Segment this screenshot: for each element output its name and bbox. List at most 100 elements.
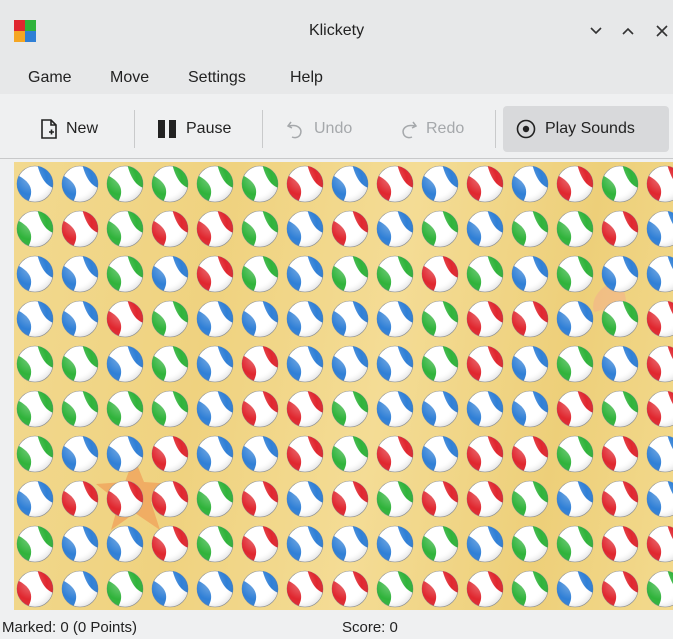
ball-red[interactable] — [151, 525, 189, 563]
ball-blue[interactable] — [511, 390, 549, 428]
ball-red[interactable] — [331, 570, 369, 608]
ball-red[interactable] — [376, 435, 414, 473]
menu-help[interactable]: Help — [290, 66, 323, 90]
ball-green[interactable] — [556, 525, 594, 563]
ball-green[interactable] — [106, 210, 144, 248]
ball-green[interactable] — [556, 210, 594, 248]
ball-blue[interactable] — [511, 165, 549, 203]
ball-blue[interactable] — [511, 345, 549, 383]
ball-green[interactable] — [61, 390, 99, 428]
ball-green[interactable] — [106, 255, 144, 293]
play-sounds-toggle[interactable]: Play Sounds — [503, 106, 669, 152]
ball-blue[interactable] — [601, 345, 639, 383]
ball-red[interactable] — [241, 390, 279, 428]
ball-red[interactable] — [646, 525, 673, 563]
ball-green[interactable] — [16, 525, 54, 563]
ball-blue[interactable] — [511, 255, 549, 293]
ball-green[interactable] — [421, 300, 459, 338]
ball-blue[interactable] — [61, 435, 99, 473]
ball-red[interactable] — [286, 165, 324, 203]
ball-red[interactable] — [151, 480, 189, 518]
ball-green[interactable] — [106, 570, 144, 608]
ball-blue[interactable] — [376, 345, 414, 383]
ball-blue[interactable] — [331, 165, 369, 203]
ball-blue[interactable] — [61, 255, 99, 293]
ball-blue[interactable] — [241, 570, 279, 608]
ball-green[interactable] — [241, 255, 279, 293]
ball-green[interactable] — [331, 255, 369, 293]
ball-green[interactable] — [196, 480, 234, 518]
ball-red[interactable] — [466, 165, 504, 203]
ball-blue[interactable] — [376, 390, 414, 428]
ball-red[interactable] — [61, 480, 99, 518]
ball-blue[interactable] — [16, 300, 54, 338]
ball-green[interactable] — [16, 435, 54, 473]
ball-green[interactable] — [151, 390, 189, 428]
ball-blue[interactable] — [196, 300, 234, 338]
ball-blue[interactable] — [61, 525, 99, 563]
ball-green[interactable] — [196, 165, 234, 203]
ball-red[interactable] — [601, 435, 639, 473]
ball-green[interactable] — [16, 390, 54, 428]
ball-red[interactable] — [556, 390, 594, 428]
ball-red[interactable] — [646, 390, 673, 428]
menu-game[interactable]: Game — [28, 66, 72, 90]
ball-blue[interactable] — [16, 165, 54, 203]
ball-blue[interactable] — [286, 255, 324, 293]
ball-blue[interactable] — [61, 165, 99, 203]
ball-red[interactable] — [421, 570, 459, 608]
ball-green[interactable] — [16, 345, 54, 383]
ball-blue[interactable] — [196, 435, 234, 473]
ball-green[interactable] — [601, 300, 639, 338]
ball-green[interactable] — [376, 480, 414, 518]
ball-red[interactable] — [511, 300, 549, 338]
ball-red[interactable] — [151, 210, 189, 248]
ball-blue[interactable] — [556, 300, 594, 338]
ball-red[interactable] — [601, 480, 639, 518]
ball-blue[interactable] — [421, 165, 459, 203]
ball-blue[interactable] — [331, 345, 369, 383]
ball-blue[interactable] — [196, 345, 234, 383]
ball-red[interactable] — [196, 255, 234, 293]
menu-move[interactable]: Move — [110, 66, 149, 90]
ball-blue[interactable] — [466, 210, 504, 248]
ball-green[interactable] — [556, 345, 594, 383]
ball-green[interactable] — [106, 390, 144, 428]
ball-red[interactable] — [466, 570, 504, 608]
ball-blue[interactable] — [646, 210, 673, 248]
new-game-button[interactable]: New — [28, 106, 110, 152]
ball-red[interactable] — [601, 570, 639, 608]
ball-green[interactable] — [61, 345, 99, 383]
ball-blue[interactable] — [286, 525, 324, 563]
ball-blue[interactable] — [646, 480, 673, 518]
ball-green[interactable] — [16, 210, 54, 248]
ball-red[interactable] — [196, 210, 234, 248]
ball-green[interactable] — [466, 255, 504, 293]
ball-blue[interactable] — [106, 345, 144, 383]
ball-red[interactable] — [286, 570, 324, 608]
ball-red[interactable] — [331, 480, 369, 518]
ball-green[interactable] — [151, 165, 189, 203]
ball-green[interactable] — [421, 210, 459, 248]
ball-blue[interactable] — [376, 525, 414, 563]
ball-green[interactable] — [601, 165, 639, 203]
ball-red[interactable] — [286, 435, 324, 473]
ball-green[interactable] — [556, 435, 594, 473]
ball-green[interactable] — [241, 210, 279, 248]
ball-blue[interactable] — [241, 300, 279, 338]
ball-blue[interactable] — [106, 525, 144, 563]
ball-blue[interactable] — [421, 390, 459, 428]
ball-red[interactable] — [61, 210, 99, 248]
ball-red[interactable] — [646, 165, 673, 203]
ball-blue[interactable] — [466, 525, 504, 563]
ball-blue[interactable] — [241, 435, 279, 473]
ball-green[interactable] — [331, 390, 369, 428]
ball-red[interactable] — [241, 525, 279, 563]
ball-green[interactable] — [421, 525, 459, 563]
ball-red[interactable] — [286, 390, 324, 428]
ball-green[interactable] — [556, 255, 594, 293]
ball-blue[interactable] — [286, 345, 324, 383]
ball-red[interactable] — [511, 435, 549, 473]
ball-green[interactable] — [511, 525, 549, 563]
close-button[interactable] — [649, 18, 673, 44]
